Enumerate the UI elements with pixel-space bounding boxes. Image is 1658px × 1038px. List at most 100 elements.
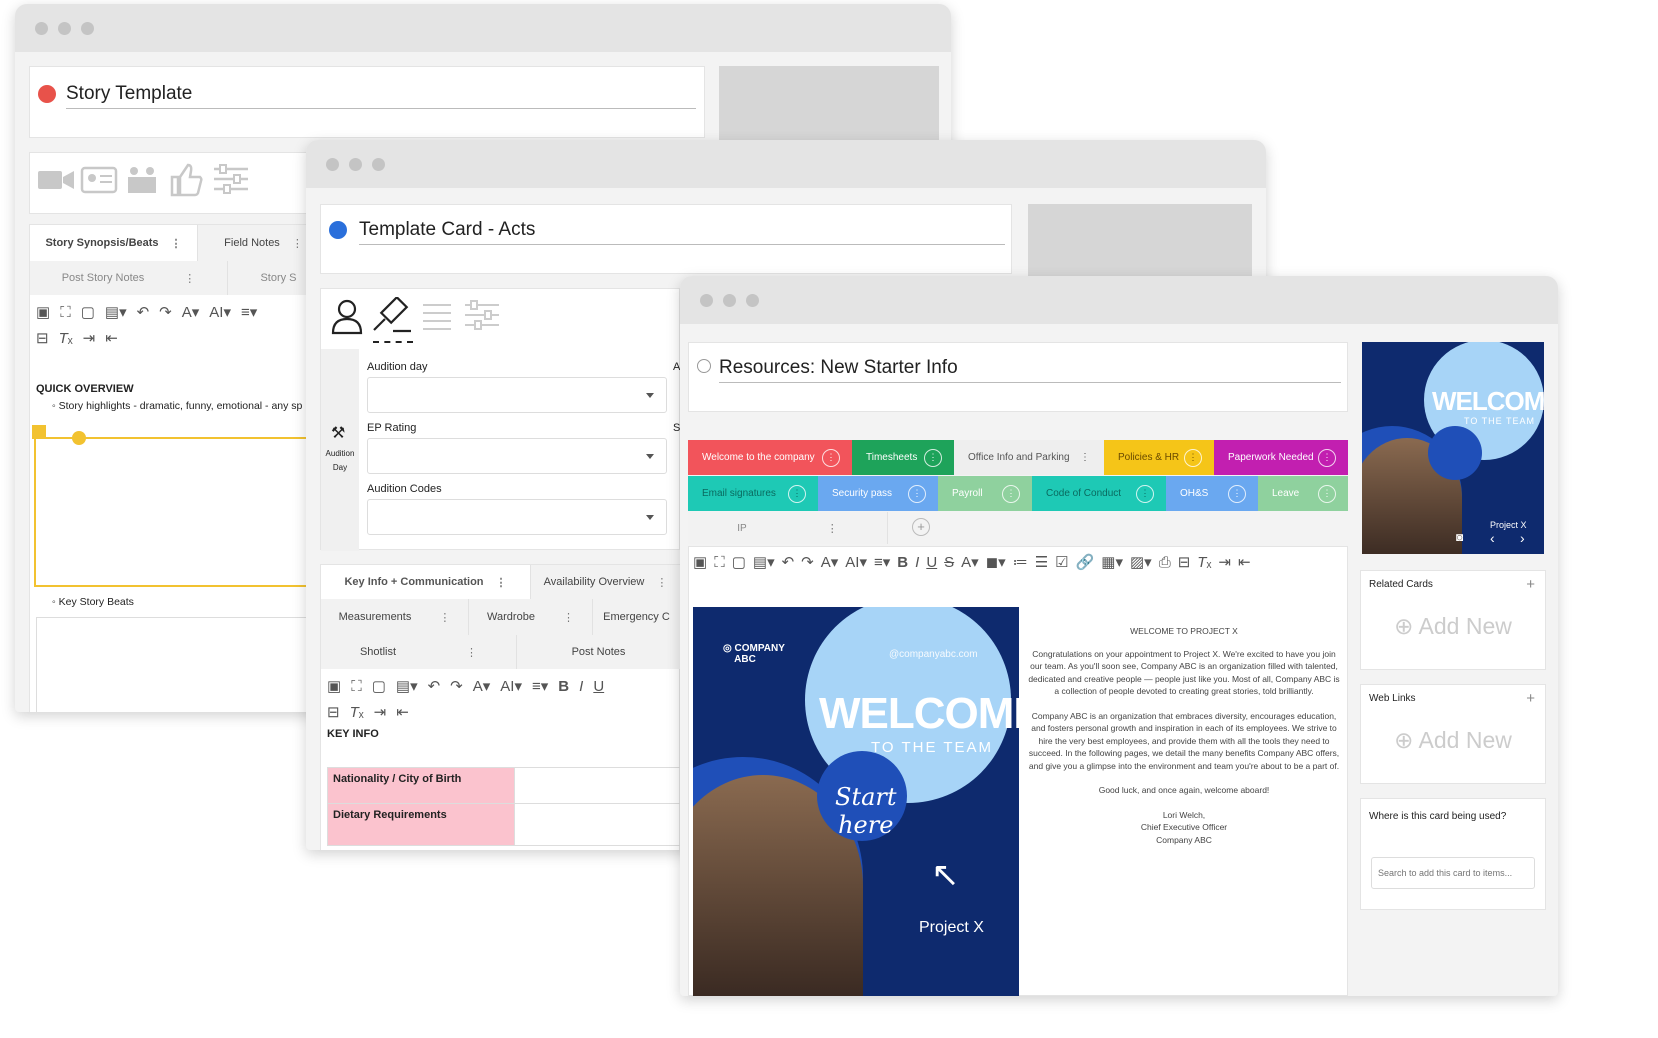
card-title[interactable]: Template Card - Acts (359, 219, 1005, 245)
italic-icon[interactable]: I (915, 554, 919, 571)
template-icon[interactable]: ▤▾ (753, 553, 775, 571)
editor-bullet[interactable]: ◦ Key Story Beats (52, 596, 134, 608)
tab-wardrobe[interactable]: Wardrobe ⋮ (469, 599, 593, 635)
table-cell[interactable]: Nationality / City of Birth (328, 768, 514, 803)
tag-paperwork[interactable]: Paperwork Needed ⋮ (1214, 440, 1348, 475)
thumbs-up-icon[interactable] (168, 163, 204, 197)
kebab-icon[interactable]: ⋮ (171, 237, 182, 250)
kebab-icon[interactable]: ⋮ (1136, 484, 1154, 503)
ordered-list-icon[interactable]: ≔ (1013, 553, 1028, 571)
template-icon[interactable]: ▤▾ (396, 677, 418, 695)
image-icon[interactable]: ▣ (327, 677, 341, 695)
add-tab-icon[interactable]: + (912, 518, 930, 536)
kebab-icon[interactable]: ⋮ (496, 576, 507, 589)
tag-ohs[interactable]: OH&S ⋮ (1166, 476, 1258, 511)
lines-icon[interactable] (421, 301, 453, 331)
tab-key-info[interactable]: Key Info + Communication ⋮ (321, 565, 531, 599)
resize-handle-icon[interactable] (72, 431, 86, 445)
gavel-icon[interactable]: ⚒ (331, 423, 345, 443)
italic-icon[interactable]: I (579, 678, 583, 695)
clear-format-icon[interactable]: Tₓ (1197, 554, 1211, 571)
meeting-icon[interactable] (122, 163, 162, 197)
editor-bullet[interactable]: ◦ Story highlights - dramatic, funny, em… (52, 400, 302, 412)
add-icon[interactable]: + (1526, 576, 1535, 593)
template-icon[interactable]: ▤▾ (105, 303, 127, 321)
fullscreen-icon[interactable]: ⛶ (351, 678, 362, 695)
tag-email-signatures[interactable]: Email signatures ⋮ (688, 476, 818, 511)
clear-format-icon[interactable]: Tₓ (59, 330, 73, 347)
tag-code-of-conduct[interactable]: Code of Conduct ⋮ (1032, 476, 1166, 511)
kebab-icon[interactable]: ⋮ (822, 448, 840, 467)
clear-format-icon[interactable]: Tₓ (350, 704, 364, 721)
font-size-icon[interactable]: A▾ (182, 303, 200, 321)
highlight-icon[interactable]: ◼▾ (986, 553, 1006, 571)
kebab-icon[interactable]: ⋮ (924, 448, 942, 467)
indent-icon[interactable]: ⇥ (1218, 553, 1231, 571)
font-size-icon[interactable]: A▾ (821, 553, 839, 571)
ai-icon[interactable]: AI▾ (500, 677, 522, 695)
underline-icon[interactable]: U (593, 678, 604, 695)
page-break-icon[interactable]: ⊟ (1178, 553, 1191, 571)
add-icon[interactable]: + (1526, 690, 1535, 707)
comment-icon[interactable]: ▢ (732, 553, 746, 571)
video-icon[interactable] (36, 165, 76, 195)
tag-timesheets[interactable]: Timesheets ⋮ (852, 440, 954, 475)
font-size-icon[interactable]: A▾ (473, 677, 491, 695)
kebab-icon[interactable]: ⋮ (292, 237, 303, 250)
kebab-icon[interactable]: ⋮ (1080, 452, 1090, 463)
tag-welcome[interactable]: Welcome to the company ⋮ (688, 440, 852, 475)
print-icon[interactable]: ⎙ (1159, 554, 1171, 571)
id-card-icon[interactable] (80, 165, 118, 195)
key-info-heading[interactable]: KEY INFO (327, 728, 379, 740)
underline-icon[interactable]: U (926, 554, 937, 571)
link-icon[interactable]: 🔗 (1076, 553, 1095, 571)
kebab-icon[interactable]: ⋮ (184, 272, 195, 285)
align-icon[interactable]: ≡▾ (532, 677, 548, 695)
redo-icon[interactable]: ↷ (159, 303, 172, 321)
table-cell[interactable] (514, 804, 680, 845)
table-cell[interactable] (514, 768, 680, 803)
selected-block[interactable] (34, 437, 330, 587)
editor-heading[interactable]: QUICK OVERVIEW (36, 383, 134, 395)
content-box[interactable] (36, 617, 330, 712)
audition-codes-select[interactable] (367, 499, 667, 535)
comment-icon[interactable]: ▢ (372, 677, 386, 695)
outdent-icon[interactable]: ⇤ (396, 703, 409, 721)
tab-shotlist[interactable]: Shotlist ⋮ (321, 635, 517, 669)
kebab-icon[interactable]: ⋮ (656, 576, 667, 589)
drag-handle-icon[interactable] (32, 425, 46, 439)
kebab-icon[interactable]: ⋮ (1228, 484, 1246, 503)
align-icon[interactable]: ≡▾ (874, 553, 890, 571)
kebab-icon[interactable]: ⋮ (908, 484, 926, 503)
kebab-icon[interactable]: ⋮ (788, 484, 806, 503)
thumbnail-image[interactable]: WELCOME TO THE TEAM Project X ◙ ‹ › (1362, 342, 1544, 554)
sliders-icon[interactable] (463, 299, 501, 333)
font-color-icon[interactable]: A▾ (961, 553, 979, 571)
tab-measurements[interactable]: Measurements ⋮ (321, 599, 469, 635)
strikethrough-icon[interactable]: S (944, 554, 954, 571)
insert-image-icon[interactable]: ▨▾ (1130, 553, 1152, 571)
fullscreen-icon[interactable]: ⛶ (714, 554, 725, 571)
undo-icon[interactable]: ↶ (137, 303, 150, 321)
tab-post-notes[interactable]: Post Notes (517, 635, 681, 669)
outdent-icon[interactable]: ⇤ (105, 329, 118, 347)
tag-payroll[interactable]: Payroll ⋮ (938, 476, 1032, 511)
tag-office-info[interactable]: Office Info and Parking ⋮ (954, 440, 1104, 475)
bullet-list-icon[interactable]: ☰ (1035, 553, 1048, 571)
kebab-icon[interactable]: ⋮ (1318, 448, 1336, 467)
kebab-icon[interactable]: ⋮ (1002, 484, 1020, 503)
bold-icon[interactable]: B (897, 554, 908, 571)
image-icon[interactable]: ▣ (693, 553, 707, 571)
indent-icon[interactable]: ⇥ (374, 703, 387, 721)
page-break-icon[interactable]: ⊟ (327, 703, 340, 721)
ep-rating-select[interactable] (367, 438, 667, 474)
table-icon[interactable]: ▦▾ (1101, 553, 1123, 571)
card-title[interactable]: Resources: New Starter Info (719, 357, 1341, 383)
prev-arrow-icon[interactable]: ‹ (1490, 530, 1495, 546)
kebab-icon[interactable]: ⋮ (1184, 448, 1202, 467)
add-new-button[interactable]: ⊕ Add New (1361, 613, 1545, 640)
kebab-icon[interactable]: ⋮ (827, 522, 838, 535)
usage-search-input[interactable] (1371, 857, 1535, 889)
fullscreen-icon[interactable]: ⛶ (60, 304, 71, 321)
camera-icon[interactable]: ◙ (1456, 530, 1463, 544)
